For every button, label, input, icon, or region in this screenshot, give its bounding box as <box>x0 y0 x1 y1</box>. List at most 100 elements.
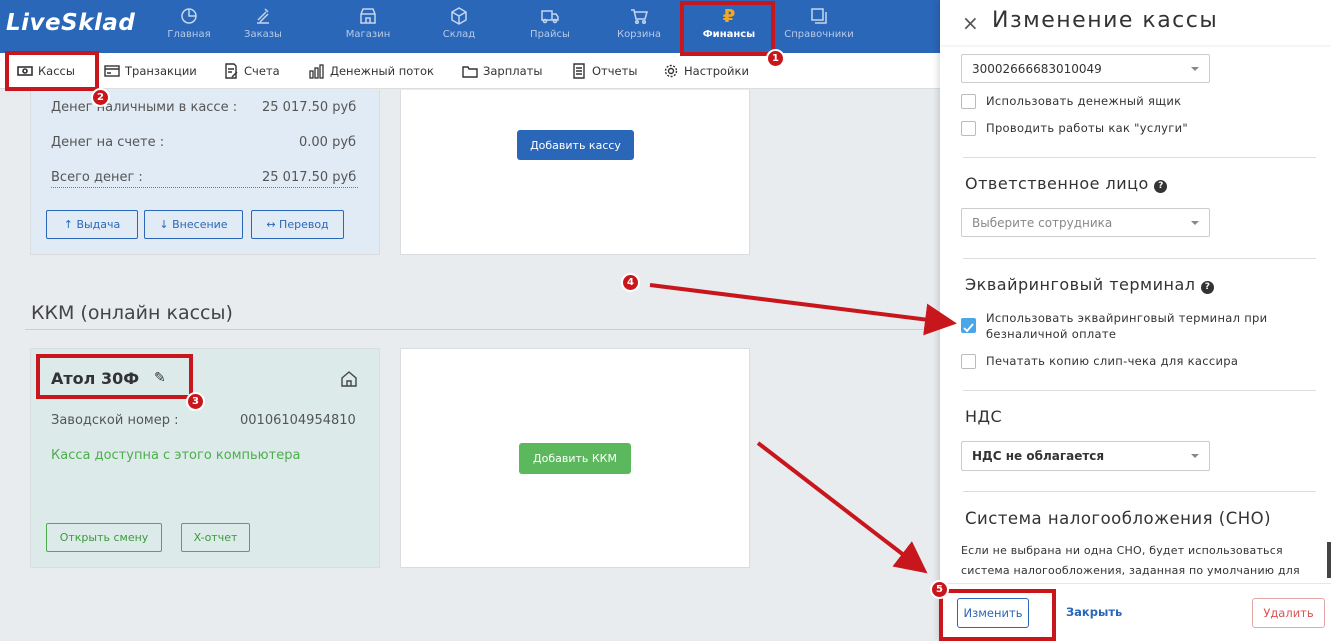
report-icon <box>573 63 585 79</box>
nav-warehouse[interactable]: Склад <box>422 6 496 40</box>
panel-header-shadow <box>940 41 1331 45</box>
divider <box>963 157 1316 158</box>
x-report-button[interactable]: X-отчет <box>181 523 250 552</box>
box-icon <box>422 6 496 28</box>
nav-label: Справочники <box>784 29 854 40</box>
panel-title: Изменение кассы <box>992 8 1219 33</box>
brand-logo[interactable]: LiveSklad <box>6 10 135 36</box>
close-icon[interactable]: × <box>962 11 979 35</box>
close-button[interactable]: Закрыть <box>1066 605 1122 619</box>
scrollbar-thumb[interactable] <box>1327 542 1331 578</box>
slip-copy-checkbox[interactable] <box>961 354 976 369</box>
subnav-cashflow[interactable]: Денежный поток <box>309 53 434 89</box>
add-kkm-button[interactable]: Добавить ККМ <box>519 443 631 474</box>
store-icon <box>331 6 405 28</box>
account-label: Денег на счете : <box>51 135 165 150</box>
add-cashbox-card <box>400 90 750 255</box>
settings-icon <box>664 64 678 78</box>
annotation-arrow-5 <box>756 441 928 574</box>
bars-icon <box>309 64 324 79</box>
help-icon[interactable]: ? <box>1154 180 1168 193</box>
invoice-icon <box>225 63 238 79</box>
annotation-arrow-4 <box>649 283 957 336</box>
nav-label: Заказы <box>244 29 282 40</box>
divider <box>963 390 1316 391</box>
acquiring-title: Эквайринговый терминал ? <box>965 275 1215 294</box>
open-shift-button[interactable]: Открыть смену <box>46 523 162 552</box>
nav-label: Магазин <box>345 29 391 40</box>
pie-chart-icon <box>152 6 226 28</box>
slip-copy-label: Печатать копию слип-чека для кассира <box>986 354 1239 368</box>
kkm-status: Касса доступна с этого компьютера <box>51 448 301 463</box>
annotation-badge: 5 <box>930 580 949 599</box>
annotation-box-save <box>939 589 1056 641</box>
services-label: Проводить работы как "услуги" <box>986 121 1188 135</box>
annotation-badge: 3 <box>186 392 205 411</box>
tax-note-line1: Если не выбрана ни одна СНО, будет испол… <box>961 544 1283 557</box>
nav-label: Прайсы <box>530 29 570 40</box>
annotation-badge: 2 <box>91 88 110 107</box>
chevron-down-icon <box>1191 220 1199 225</box>
vat-select[interactable]: НДС не облагается <box>961 441 1210 471</box>
clipboard-icon <box>226 6 300 28</box>
subnav-settings[interactable]: Настройки <box>663 53 749 89</box>
nav-orders[interactable]: Заказы <box>226 6 300 40</box>
divider <box>963 491 1316 492</box>
nav-shop[interactable]: Магазин <box>331 6 405 40</box>
truck-icon <box>513 6 587 28</box>
serial-value: 00106104954810 <box>240 413 356 428</box>
annotation-box-finance <box>680 1 775 56</box>
add-cashbox-button[interactable]: Добавить кассу <box>517 130 634 160</box>
divider <box>963 258 1316 259</box>
device-select[interactable]: 30002666683010049 <box>961 54 1210 83</box>
annotation-box-cashboxes <box>5 51 99 91</box>
cart-icon <box>602 6 676 28</box>
nav-cart[interactable]: Корзина <box>602 6 676 40</box>
finance-subnav: Кассы Транзакции Счета Денежный поток За… <box>0 53 940 89</box>
check-icon <box>963 323 974 333</box>
annotation-box-kkm-name <box>36 354 193 399</box>
kkm-section-title: ККМ (онлайн кассы) <box>31 302 233 324</box>
nav-references[interactable]: Справочники <box>782 6 856 40</box>
responsible-select[interactable]: Выберите сотрудника <box>961 208 1210 237</box>
acquiring-label-2: безналичной оплате <box>986 327 1117 341</box>
tax-system-title: Система налогообложения (СНО) <box>965 509 1272 528</box>
cash-value: 25 017.50 руб <box>262 100 357 115</box>
nav-label: Склад <box>442 29 476 40</box>
annotation-badge: 4 <box>621 273 640 292</box>
total-divider <box>51 187 358 188</box>
annotation-badge: 1 <box>766 49 785 68</box>
vat-title: НДС <box>965 407 1003 426</box>
transfer-button[interactable]: ↔ Перевод <box>251 210 344 239</box>
chevron-down-icon <box>1191 66 1199 71</box>
subnav-salaries[interactable]: Зарплаты <box>462 53 542 89</box>
total-label: Всего денег : <box>51 170 143 185</box>
acquiring-label-1: Использовать эквайринговый терминал при <box>986 311 1268 325</box>
card-icon <box>104 65 120 77</box>
deposit-button[interactable]: ↓ Внесение <box>144 210 243 239</box>
subnav-reports[interactable]: Отчеты <box>571 53 637 89</box>
nav-prices[interactable]: Прайсы <box>513 6 587 40</box>
nav-home[interactable]: Главная <box>152 6 226 40</box>
subnav-transactions[interactable]: Транзакции <box>104 53 197 89</box>
cash-drawer-label: Использовать денежный ящик <box>986 94 1182 108</box>
cash-drawer-checkbox[interactable] <box>961 94 976 109</box>
acquiring-checkbox[interactable] <box>961 318 976 333</box>
subnav-invoices[interactable]: Счета <box>223 53 280 89</box>
delete-button[interactable]: Удалить <box>1252 598 1325 628</box>
folder-icon <box>462 66 478 78</box>
services-checkbox[interactable] <box>961 121 976 136</box>
responsible-title: Ответственное лицо ? <box>965 174 1168 193</box>
withdraw-button[interactable]: ↑ Выдача <box>46 210 138 239</box>
cash-label: Денег наличными в кассе : <box>51 100 238 115</box>
total-value: 25 017.50 руб <box>262 170 357 185</box>
tax-note-line2: система налогообложения, заданная по умо… <box>961 564 1300 577</box>
serial-label: Заводской номер : <box>51 413 179 428</box>
chevron-down-icon <box>1191 454 1199 458</box>
home-icon[interactable] <box>340 370 358 388</box>
books-icon <box>782 6 856 28</box>
nav-label: Корзина <box>616 29 662 40</box>
section-divider <box>25 329 940 330</box>
help-icon[interactable]: ? <box>1201 281 1215 294</box>
account-value: 0.00 руб <box>299 135 357 150</box>
